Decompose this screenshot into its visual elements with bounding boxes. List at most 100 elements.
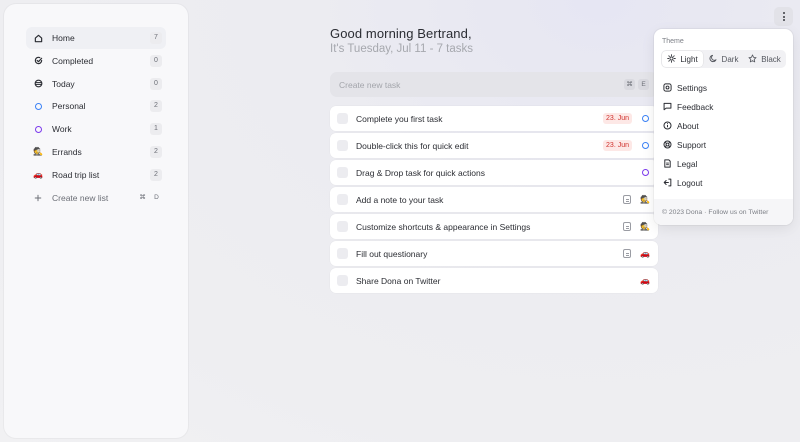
menu-item-logout[interactable]: Logout [654, 173, 793, 192]
sidebar-item-label: Work [52, 124, 72, 135]
home-icon [32, 32, 44, 44]
theme-option-light[interactable]: Light [662, 51, 703, 67]
theme-option-label: Dark [721, 54, 739, 64]
page-subtitle: It's Tuesday, Jul 11 - 7 tasks [330, 43, 474, 55]
task-title: Customize shortcuts & appearance in Sett… [356, 221, 531, 232]
sidebar-item-label: Home [52, 33, 75, 43]
command-key: ⌘ [624, 79, 635, 90]
person-emoji-icon: 🕵 [640, 195, 650, 204]
person-emoji-icon: 🕵 [33, 147, 43, 157]
sidebar-item-label: Completed [52, 55, 94, 66]
sidebar-item-work[interactable]: Work 1 [26, 118, 166, 140]
car-emoji-icon: 🚗 [33, 170, 43, 180]
sidebar-item-count: 2 [150, 145, 162, 158]
footer-separator: · [704, 208, 707, 216]
due-date-badge: 23. Jun [603, 140, 632, 151]
theme-option-black[interactable]: Black [744, 51, 785, 67]
menu-item-legal[interactable]: Legal [654, 154, 793, 173]
menu-item-feedback[interactable]: Feedback [654, 97, 793, 116]
task-checkbox[interactable] [337, 221, 348, 232]
feedback-icon [662, 102, 672, 112]
task-checkbox[interactable] [337, 113, 348, 124]
theme-option-dark[interactable]: Dark [703, 51, 744, 67]
sidebar-item-label: Errands [52, 146, 82, 157]
sidebar-item-count: 0 [150, 54, 162, 67]
sidebar-item-home[interactable]: Home 7 [26, 27, 166, 49]
twitter-follow-link[interactable]: Follow us on Twitter [708, 209, 768, 216]
menu-item-label: Feedback [677, 101, 714, 112]
task-checkbox[interactable] [337, 248, 348, 259]
task-row[interactable]: Customize shortcuts & appearance in Sett… [330, 214, 658, 239]
menu-footer: © 2023 Dona · Follow us on Twitter [654, 199, 793, 225]
theme-section-label: Theme [662, 38, 684, 45]
ring-icon [640, 141, 650, 151]
sidebar-item-count: 7 [150, 32, 162, 44]
create-task-input[interactable]: Create new task ⌘ E [330, 72, 658, 97]
sidebar-item-count: 0 [150, 77, 162, 90]
task-row[interactable]: Double-click this for quick edit 23. Jun [330, 133, 658, 158]
calendar-stack-icon [32, 78, 44, 90]
theme-option-label: Black [761, 54, 781, 64]
moon-icon [709, 54, 718, 65]
copyright-text: © 2023 Dona [662, 208, 703, 216]
create-new-list-label: Create new list [52, 192, 109, 203]
menu-item-about[interactable]: About [654, 116, 793, 135]
task-title: Drag & Drop task for quick actions [356, 167, 485, 178]
car-emoji-icon: 🚗 [640, 276, 650, 285]
logout-icon [662, 178, 672, 188]
shortcut-hint: ⌘ E [624, 79, 649, 90]
task-title: Share Dona on Twitter [356, 275, 441, 286]
sidebar-item-road-trip-list[interactable]: 🚗 Road trip list 2 [26, 164, 166, 186]
more-vertical-icon [782, 12, 785, 21]
menu-item-settings[interactable]: Settings [654, 78, 793, 97]
task-row[interactable]: Share Dona on Twitter 🚗 [330, 268, 658, 293]
menu-item-label: Settings [677, 82, 707, 93]
plus-icon [32, 192, 44, 204]
task-row[interactable]: Fill out questionary 🚗 [330, 241, 658, 266]
car-emoji-icon: 🚗 [640, 249, 650, 258]
sidebar-item-personal[interactable]: Personal 2 [26, 95, 166, 117]
check-circle-icon [32, 55, 44, 67]
sidebar-item-completed[interactable]: Completed 0 [26, 50, 166, 72]
sidebar-item-label: Personal [52, 101, 86, 112]
ring-icon [32, 123, 44, 135]
ring-icon [640, 114, 650, 124]
note-icon [623, 195, 631, 204]
task-row[interactable]: Drag & Drop task for quick actions [330, 160, 658, 185]
sidebar-item-count: 2 [150, 168, 162, 181]
star-icon [748, 53, 757, 65]
shortcut-hint: ⌘ D [137, 192, 162, 203]
sidebar-item-label: Road trip list [52, 169, 100, 180]
sidebar: Home 7 Completed 0 Today 0 Personal 2 Wo… [4, 4, 188, 438]
menu-item-support[interactable]: Support [654, 135, 793, 154]
create-new-list-button[interactable]: Create new list ⌘ D [26, 187, 166, 209]
page-title: Good morning Bertrand, [330, 26, 472, 41]
more-menu-button[interactable] [774, 7, 793, 26]
main-content: Good morning Bertrand, It's Tuesday, Jul… [330, 26, 658, 295]
sidebar-item-errands[interactable]: 🕵 Errands 2 [26, 141, 166, 163]
menu-item-label: Legal [677, 158, 698, 169]
task-title: Fill out questionary [356, 248, 428, 259]
create-task-placeholder: Create new task [339, 79, 401, 90]
menu-item-label: Logout [677, 177, 703, 188]
shortcut-key: E [638, 79, 649, 90]
theme-switcher: Light Dark Black [661, 50, 786, 68]
person-emoji-icon: 🕵 [640, 222, 650, 231]
task-title: Add a note to your task [356, 194, 444, 205]
task-checkbox[interactable] [337, 140, 348, 151]
task-checkbox[interactable] [337, 275, 348, 286]
task-row[interactable]: Add a note to your task 🕵 [330, 187, 658, 212]
task-list: Complete you first task 23. Jun Double-c… [330, 106, 658, 293]
settings-dropdown: Theme Light Dark Black Settings Feedback… [654, 29, 793, 225]
info-icon [662, 121, 672, 131]
shortcut-key: D [154, 194, 159, 202]
sun-icon [667, 53, 677, 65]
ring-icon [32, 100, 44, 112]
task-checkbox[interactable] [337, 167, 348, 178]
task-row[interactable]: Complete you first task 23. Jun [330, 106, 658, 131]
ring-icon [640, 168, 650, 178]
note-icon [623, 249, 631, 258]
sidebar-item-today[interactable]: Today 0 [26, 73, 166, 95]
task-checkbox[interactable] [337, 194, 348, 205]
theme-option-label: Light [680, 54, 698, 64]
